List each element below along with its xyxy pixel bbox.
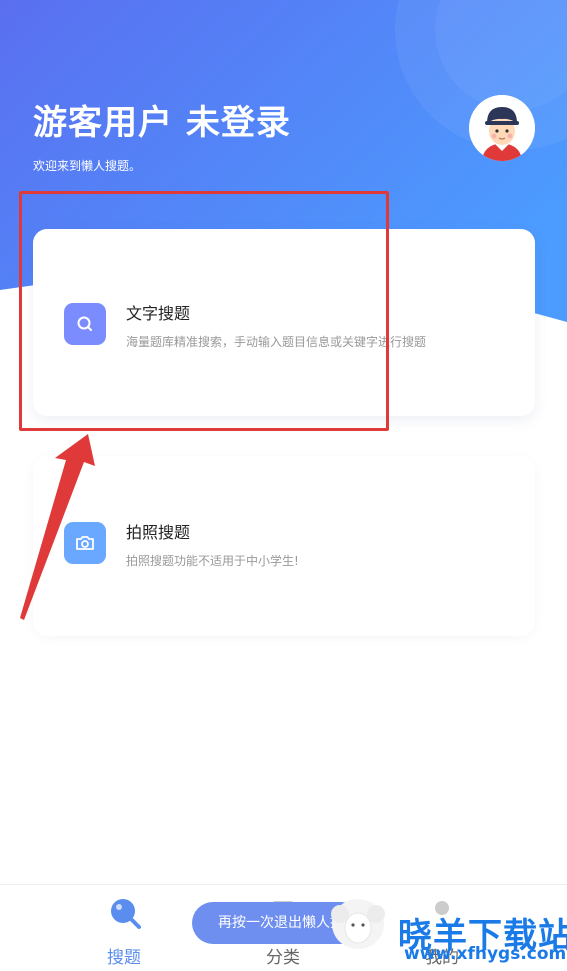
card-description: 拍照搜题功能不适用于中小学生!	[126, 554, 299, 568]
welcome-text: 欢迎来到懒人搜题。	[33, 159, 142, 173]
search-tab-icon	[109, 897, 141, 929]
tab-label: 搜题	[107, 948, 141, 968]
avatar[interactable]	[469, 95, 535, 161]
page-title: 游客用户 未登录	[33, 103, 291, 143]
tab-label: 分类	[266, 948, 300, 968]
photo-search-card[interactable]: 拍照搜题 拍照搜题功能不适用于中小学生!	[33, 456, 535, 636]
tab-search[interactable]: 搜题	[64, 885, 184, 971]
sheep-logo-icon	[326, 892, 390, 954]
highlight-box	[19, 191, 389, 431]
watermark-url: www.xfhygs.com	[404, 944, 567, 964]
camera-icon	[64, 522, 106, 564]
card-title: 拍照搜题	[126, 523, 191, 542]
